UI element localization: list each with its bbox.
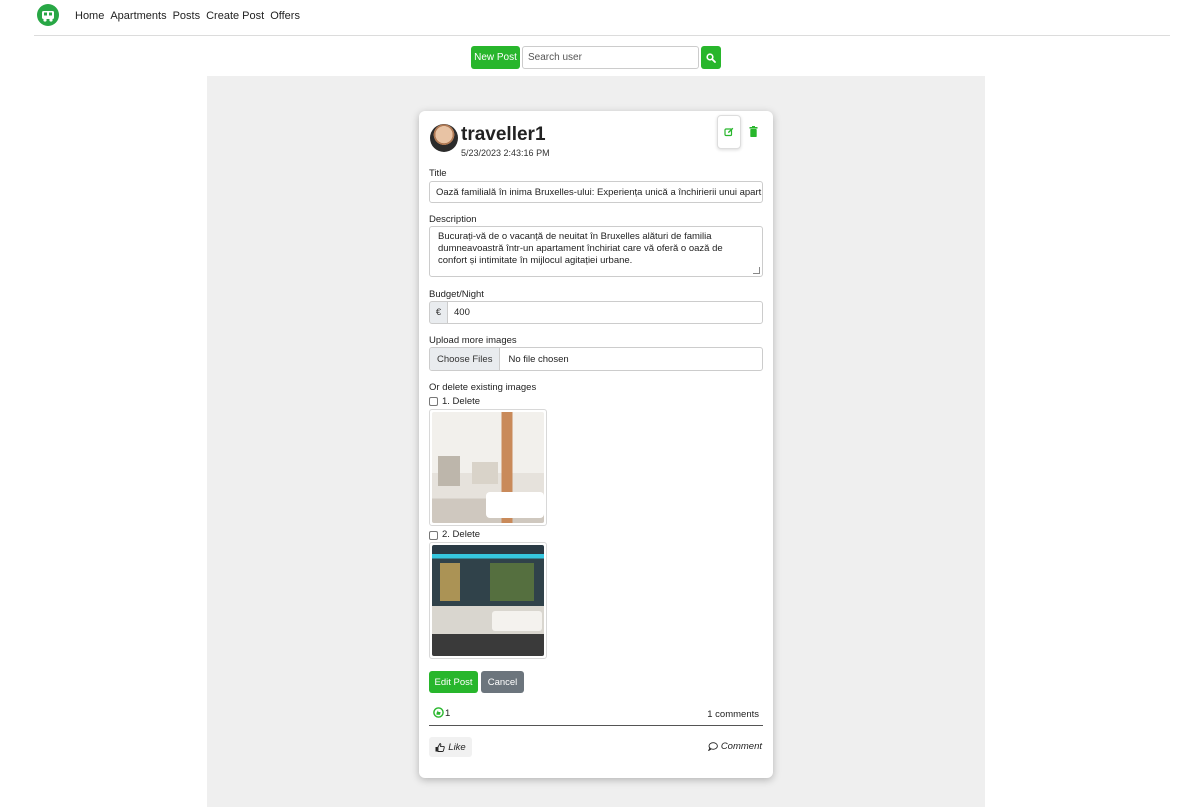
description-textarea[interactable]: Bucurați-vă de o vacanță de neuitat în B…	[429, 226, 763, 277]
budget-input[interactable]: 400	[447, 301, 763, 324]
title-input[interactable]: Oază familială în inima Bruxelles-ului: …	[429, 181, 763, 203]
nav-link-offers[interactable]: Offers	[270, 10, 300, 22]
comments-count[interactable]: 1 comments	[707, 709, 759, 720]
like-button[interactable]: Like	[429, 737, 472, 757]
nav-link-create-post[interactable]: Create Post	[206, 10, 264, 22]
file-input[interactable]: Choose Files No file chosen	[429, 347, 763, 371]
avatar	[430, 124, 458, 152]
search-user-input[interactable]	[522, 46, 699, 69]
description-label: Description	[429, 214, 477, 225]
nav-link-apartments[interactable]: Apartments	[110, 10, 166, 22]
nav-divider	[34, 35, 1170, 36]
delete-image-1-checkbox[interactable]	[429, 397, 438, 406]
nav-link-posts[interactable]: Posts	[173, 10, 201, 22]
existing-image-1	[429, 409, 547, 526]
thumbs-up-icon	[435, 742, 446, 752]
comment-button[interactable]: Comment	[707, 741, 762, 752]
cancel-button[interactable]: Cancel	[481, 671, 524, 693]
search-button[interactable]	[701, 46, 721, 69]
post-timestamp: 5/23/2023 2:43:16 PM	[461, 148, 550, 158]
delete-image-2-label: 2. Delete	[442, 529, 481, 540]
comment-label: Comment	[720, 741, 762, 752]
new-post-button[interactable]: New Post	[471, 46, 520, 69]
choose-files-button[interactable]: Choose Files	[430, 348, 501, 370]
delete-image-2-checkbox[interactable]	[429, 531, 438, 540]
post-card: traveller1 5/23/2023 2:43:16 PM Title Oa…	[419, 111, 773, 778]
description-text: Bucurați-vă de o vacanță de neuitat în B…	[438, 231, 723, 266]
camper-logo-icon[interactable]	[37, 4, 59, 26]
existing-image-2	[429, 542, 547, 659]
nav-link-home[interactable]: Home	[75, 10, 104, 22]
currency-addon: €	[429, 301, 448, 324]
delete-images-label: Or delete existing images	[429, 382, 537, 393]
card-divider	[429, 725, 763, 726]
edit-icon	[724, 127, 734, 137]
no-file-text: No file chosen	[508, 353, 569, 365]
delete-image-1-label: 1. Delete	[442, 396, 481, 407]
navbar: Home Apartments Posts Create Post Offers	[0, 0, 1195, 36]
nav-links: Home Apartments Posts Create Post Offers	[75, 10, 300, 22]
trash-icon	[749, 125, 757, 137]
upload-label: Upload more images	[429, 335, 517, 346]
likes-count: 1	[445, 708, 451, 719]
comment-icon	[707, 742, 718, 751]
delete-post-button[interactable]	[747, 124, 759, 138]
post-username: traveller1	[461, 124, 546, 145]
like-label: Like	[448, 741, 466, 753]
resize-handle[interactable]	[753, 267, 760, 274]
edit-post-icon-button[interactable]	[717, 115, 741, 149]
edit-post-button[interactable]: Edit Post	[429, 671, 478, 693]
budget-label: Budget/Night	[429, 289, 484, 300]
search-icon	[706, 52, 716, 63]
like-count-icon	[433, 707, 444, 718]
title-label: Title	[429, 168, 447, 179]
